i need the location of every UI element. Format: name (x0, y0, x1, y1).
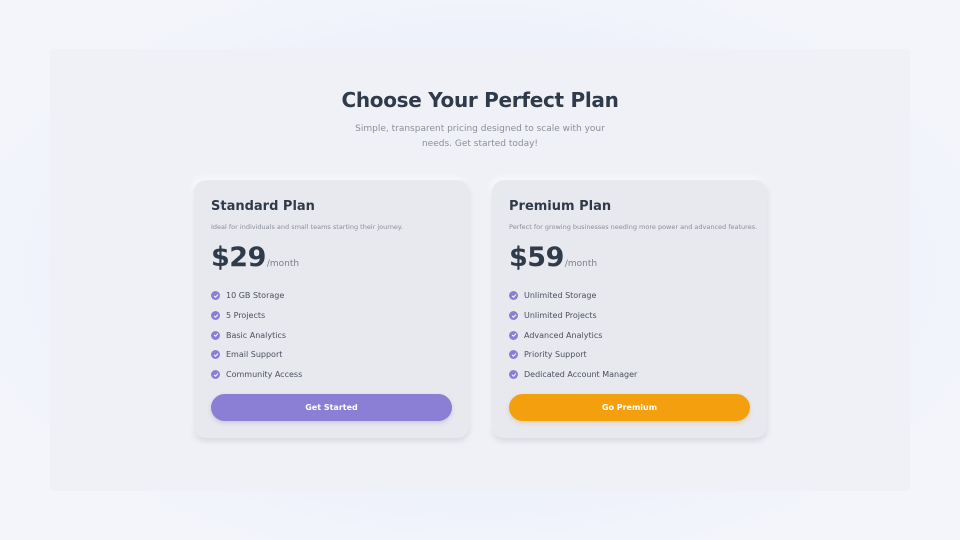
check-circle-icon (509, 370, 518, 380)
go-premium-button[interactable]: Go Premium (509, 394, 750, 421)
check-circle-icon (211, 311, 220, 321)
plan-name: Standard Plan (211, 199, 315, 214)
feature-label: Advanced Analytics (524, 330, 603, 340)
plan-description: Ideal for individuals and small teams st… (211, 223, 403, 231)
check-circle-icon (211, 370, 220, 380)
check-circle-icon (509, 330, 518, 340)
list-item: 5 Projects (211, 306, 302, 326)
list-item: Advanced Analytics (509, 325, 637, 345)
plan-card-premium: Premium Plan Perfect for growing busines… (492, 180, 767, 438)
check-circle-icon (211, 330, 220, 340)
list-item: Dedicated Account Manager (509, 365, 637, 385)
check-circle-icon (211, 350, 220, 360)
get-started-button[interactable]: Get Started (211, 394, 452, 421)
feature-label: Community Access (226, 370, 303, 380)
price-period: /month (266, 259, 300, 269)
feature-label: 5 Projects (226, 311, 266, 321)
plan-price: $59/month (509, 242, 597, 273)
feature-label: Dedicated Account Manager (524, 370, 638, 380)
plan-price: $29/month (211, 242, 299, 273)
feature-label: 10 GB Storage (226, 291, 285, 301)
page-title: Choose Your Perfect Plan (341, 88, 619, 112)
list-item: Unlimited Projects (509, 306, 637, 326)
list-item: Community Access (211, 365, 302, 385)
list-item: 10 GB Storage (211, 286, 302, 306)
list-item: Email Support (211, 345, 302, 365)
feature-label: Basic Analytics (226, 330, 287, 340)
feature-label: Email Support (226, 350, 283, 360)
list-item: Priority Support (509, 345, 637, 365)
feature-label: Unlimited Storage (524, 291, 597, 301)
feature-label: Unlimited Projects (524, 311, 597, 321)
check-circle-icon (509, 350, 518, 360)
check-circle-icon (509, 311, 518, 321)
price-amount: $29 (211, 242, 266, 273)
plan-description: Perfect for growing businesses needing m… (509, 223, 758, 231)
plan-name: Premium Plan (509, 199, 612, 214)
pricing-panel (50, 49, 910, 491)
feature-list: 10 GB Storage 5 Projects Basic Analytics… (211, 286, 302, 384)
feature-list: Unlimited Storage Unlimited Projects Adv… (509, 286, 637, 384)
list-item: Basic Analytics (211, 325, 302, 345)
price-period: /month (564, 259, 598, 269)
page-subtitle: Simple, transparent pricing designed to … (355, 124, 605, 149)
feature-label: Priority Support (524, 350, 587, 360)
check-circle-icon (211, 291, 220, 301)
plan-card-standard: Standard Plan Ideal for individuals and … (194, 180, 469, 438)
price-amount: $59 (509, 242, 564, 273)
list-item: Unlimited Storage (509, 286, 637, 306)
check-circle-icon (509, 291, 518, 301)
